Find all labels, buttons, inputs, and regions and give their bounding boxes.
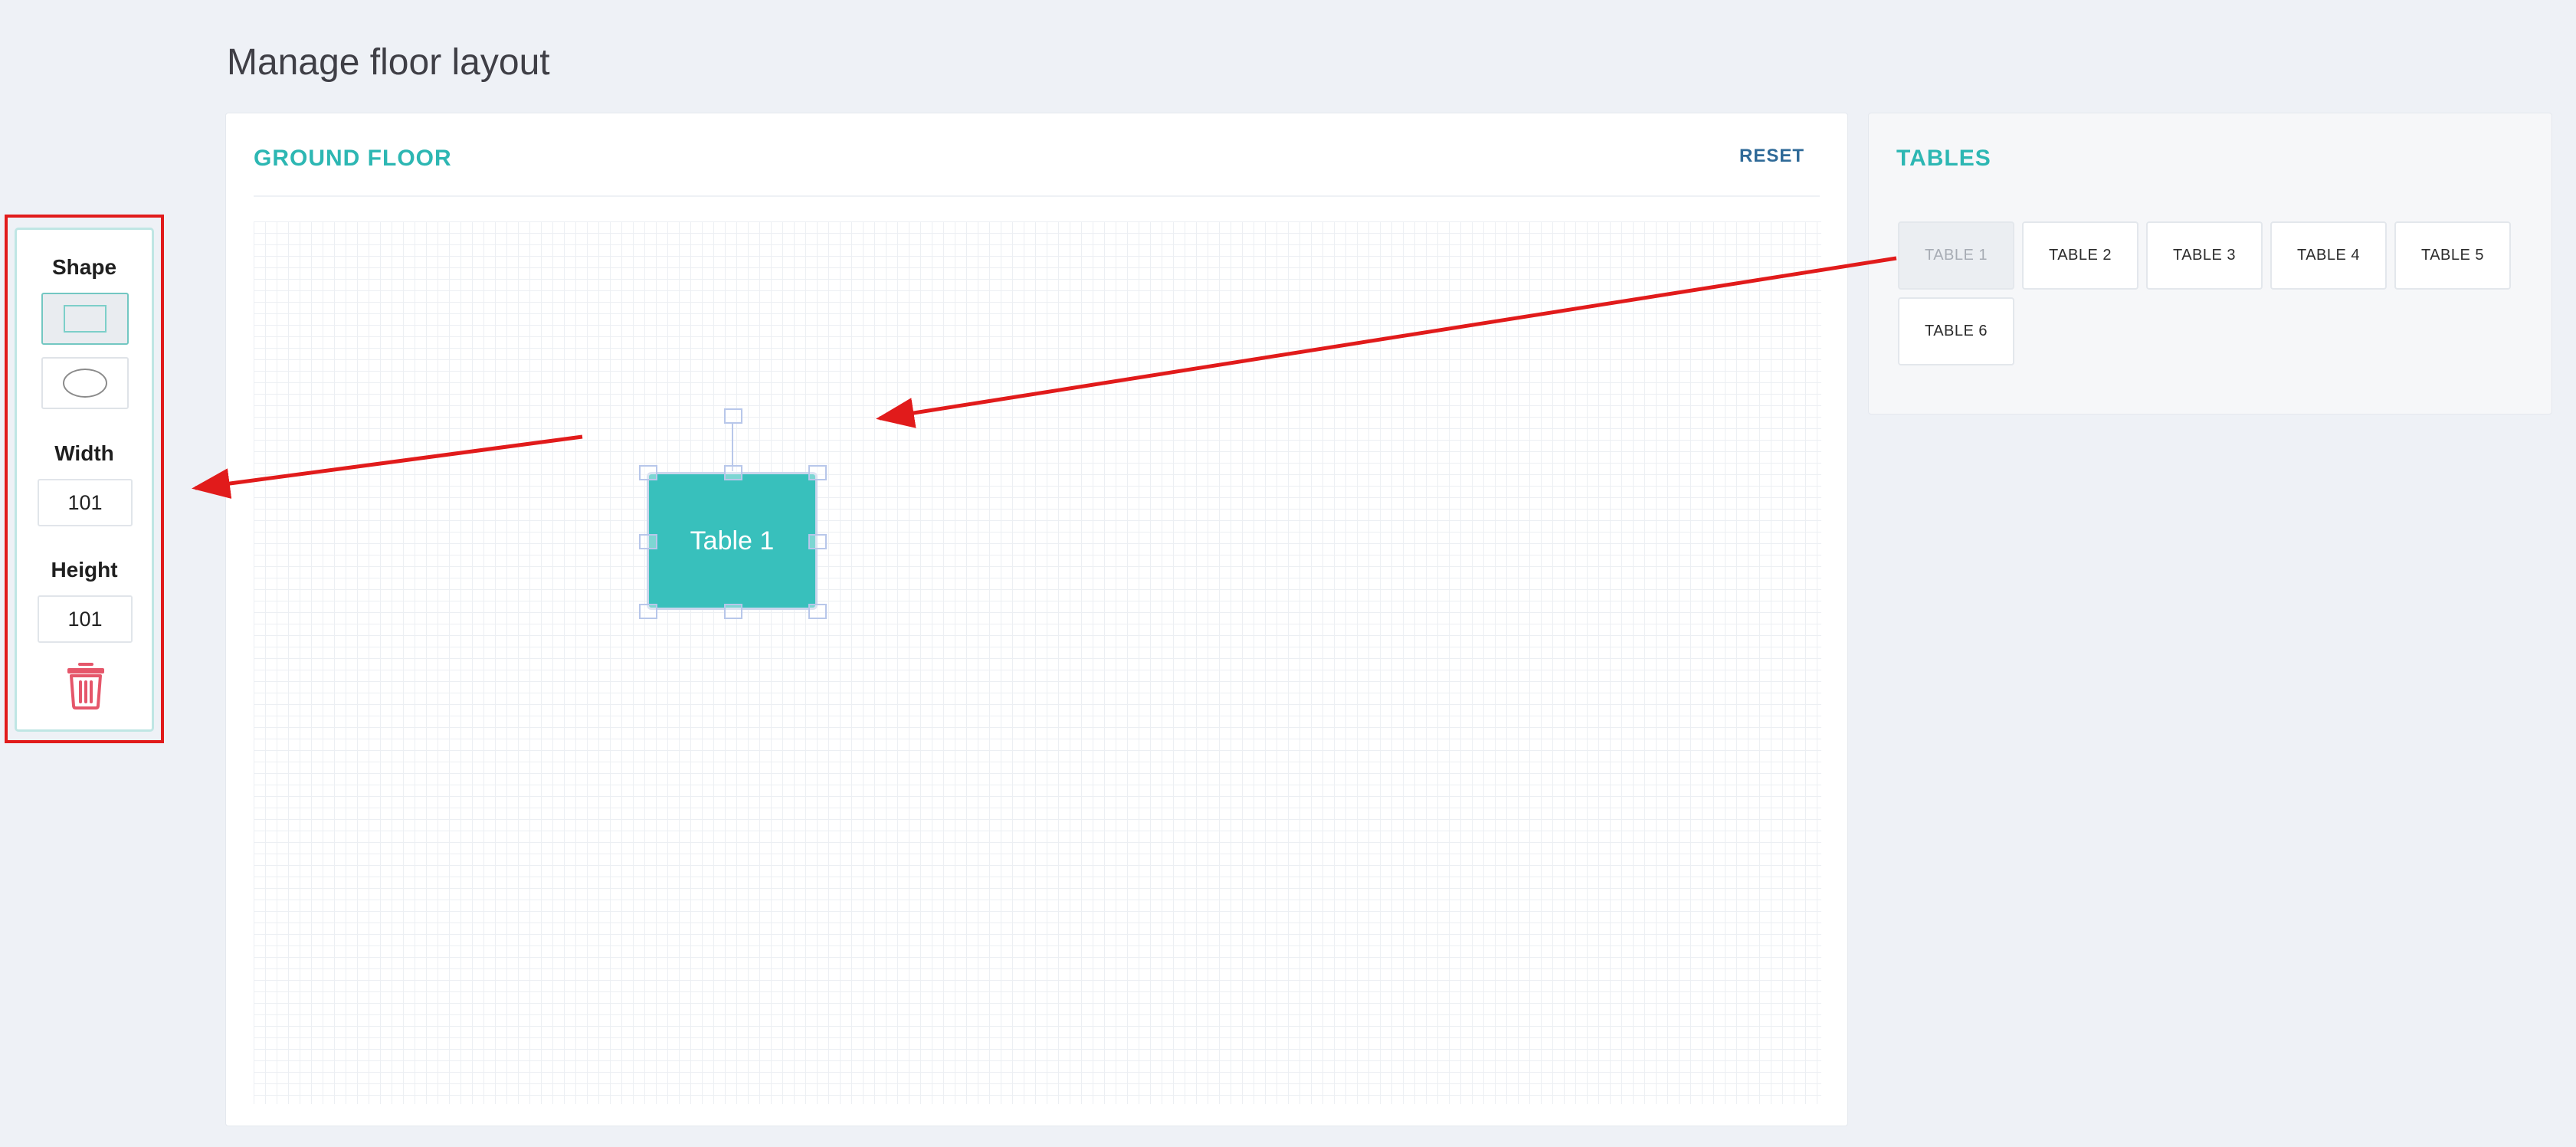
reset-button[interactable]: RESET	[1739, 146, 1804, 167]
resize-handle-bottom[interactable]	[724, 604, 742, 619]
tables-title: TABLES	[1896, 146, 1991, 171]
height-input[interactable]	[38, 595, 133, 643]
width-label: Width	[54, 441, 114, 465]
table-chip-4[interactable]: TABLE 4	[2270, 221, 2387, 290]
rotate-handle[interactable]	[724, 408, 742, 424]
resize-handle-left[interactable]	[639, 534, 657, 549]
floor-header-divider	[254, 195, 1820, 197]
resize-handle-top-left[interactable]	[639, 465, 657, 480]
table-chip-3[interactable]: TABLE 3	[2146, 221, 2263, 290]
resize-handle-top-right[interactable]	[808, 465, 827, 480]
height-label: Height	[51, 558, 118, 582]
width-input[interactable]	[38, 479, 133, 526]
floor-title: GROUND FLOOR	[254, 146, 452, 171]
resize-handle-bottom-left[interactable]	[639, 604, 657, 619]
page-title: Manage floor layout	[227, 42, 550, 83]
placed-table-label: Table 1	[690, 526, 775, 555]
shape-ellipse-option[interactable]	[41, 357, 129, 409]
resize-handle-right[interactable]	[808, 534, 827, 549]
table-chip-2[interactable]: TABLE 2	[2022, 221, 2138, 290]
tables-list: TABLE 1 TABLE 2 TABLE 3 TABLE 4 TABLE 5 …	[1898, 221, 2526, 365]
delete-table-button[interactable]	[64, 660, 107, 710]
placed-table[interactable]: Table 1	[647, 472, 818, 610]
shape-label: Shape	[51, 255, 117, 279]
resize-handle-bottom-right[interactable]	[808, 604, 827, 619]
trash-icon	[67, 663, 104, 710]
resize-handle-top[interactable]	[724, 465, 742, 480]
floor-card: GROUND FLOOR RESET Table 1	[225, 113, 1848, 1126]
table-chip-1[interactable]: TABLE 1	[1898, 221, 2014, 290]
floor-canvas[interactable]: Table 1	[254, 221, 1821, 1104]
shape-rectangle-option[interactable]	[41, 293, 129, 345]
properties-panel: Shape Width Height	[15, 228, 154, 732]
rotate-handle-line	[732, 422, 733, 471]
table-chip-5[interactable]: TABLE 5	[2394, 221, 2511, 290]
tables-card: TABLES TABLE 1 TABLE 2 TABLE 3 TABLE 4 T…	[1868, 113, 2552, 415]
rectangle-icon	[64, 305, 107, 333]
table-chip-6[interactable]: TABLE 6	[1898, 297, 2014, 365]
ellipse-icon	[63, 369, 107, 398]
